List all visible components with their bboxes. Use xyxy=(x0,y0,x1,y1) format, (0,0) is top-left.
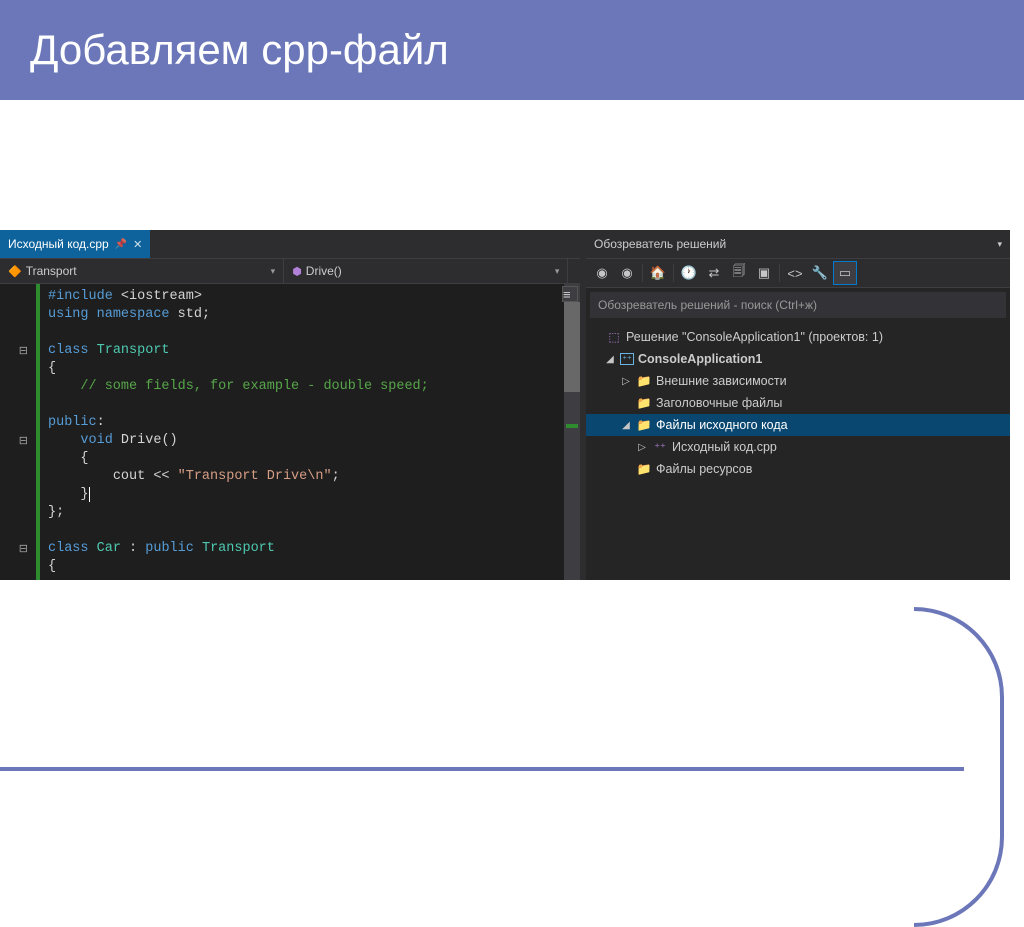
node-label: Исходный код.cpp xyxy=(672,440,777,454)
scope-label: Transport xyxy=(26,264,77,278)
cpp-icon: ⁺⁺ xyxy=(652,439,668,455)
source-files-node[interactable]: ◢ 📁 Файлы исходного кода xyxy=(586,414,1010,436)
code-text[interactable]: #include <iostream> using namespace std;… xyxy=(40,284,564,580)
accent-arc xyxy=(914,607,1004,927)
resources-node[interactable]: ▷ 📁 Файлы ресурсов xyxy=(586,458,1010,480)
chevron-down-icon[interactable]: ▾ xyxy=(997,239,1002,250)
pin-icon[interactable]: 📌 xyxy=(115,239,127,250)
tab-bar: Исходный код.cpp 📌 ✕ xyxy=(0,230,580,258)
gutter: ⊟ ⊟ ⊟ xyxy=(0,284,40,580)
search-placeholder: Обозреватель решений - поиск (Ctrl+ж) xyxy=(598,298,817,312)
chevron-down-icon: ▾ xyxy=(555,266,560,277)
folder-icon: 📁 xyxy=(636,417,652,433)
node-label: Файлы ресурсов xyxy=(656,462,752,476)
expand-icon[interactable]: ▷ xyxy=(620,376,632,387)
search-input[interactable]: Обозреватель решений - поиск (Ctrl+ж) xyxy=(590,292,1006,318)
explorer-toolbar: ◉ ◉ 🏠 🕐 ⇄ 🗐 ▣ <> 🔧 ▭ xyxy=(586,258,1010,288)
headers-node[interactable]: ▷ 📁 Заголовочные файлы xyxy=(586,392,1010,414)
cpp-file-node[interactable]: ▷ ⁺⁺ Исходный код.cpp xyxy=(586,436,1010,458)
class-icon: 🔶 xyxy=(8,265,22,278)
solution-icon: ⬚ xyxy=(606,329,622,345)
explorer-header: Обозреватель решений ▾ xyxy=(586,230,1010,258)
member-label: Drive() xyxy=(306,264,342,278)
slide-title: Добавляем cpp-файл xyxy=(30,26,449,74)
member-dropdown[interactable]: ⬢ Drive() ▾ xyxy=(284,259,568,283)
refresh-button[interactable]: 🕐 xyxy=(677,261,701,285)
collapse-button[interactable]: ▣ xyxy=(752,261,776,285)
properties-button[interactable]: 🔧 xyxy=(808,261,832,285)
code-area: ⊟ ⊟ ⊟ #include <iostream> using namespac… xyxy=(0,284,580,580)
solution-node[interactable]: ▸ ⬚ Решение "ConsoleApplication1" (проек… xyxy=(586,326,1010,348)
fold-toggle[interactable]: ⊟ xyxy=(0,432,32,450)
node-label: Внешние зависимости xyxy=(656,374,787,388)
navigation-bar: 🔶 Transport ▾ ⬢ Drive() ▾ xyxy=(0,258,580,284)
folder-icon: 📁 xyxy=(636,395,652,411)
node-label: Файлы исходного кода xyxy=(656,418,788,432)
scope-dropdown[interactable]: 🔶 Transport ▾ xyxy=(0,259,284,283)
preview-button[interactable]: ▭ xyxy=(833,261,857,285)
sync-button[interactable]: ⇄ xyxy=(702,261,726,285)
ide-window: Исходный код.cpp 📌 ✕ 🔶 Transport ▾ ⬢ Dri… xyxy=(0,230,1010,580)
collapse-icon[interactable]: ◢ xyxy=(604,354,616,365)
scroll-thumb[interactable] xyxy=(564,302,580,392)
split-icon[interactable]: ≡ xyxy=(562,286,578,302)
accent-line xyxy=(0,767,964,771)
show-all-button[interactable]: 🗐 xyxy=(727,261,751,285)
collapse-icon[interactable]: ◢ xyxy=(620,420,632,431)
node-label: Решение "ConsoleApplication1" (проектов:… xyxy=(626,330,883,344)
node-label: ConsoleApplication1 xyxy=(638,352,762,366)
fold-toggle[interactable]: ⊟ xyxy=(0,540,32,558)
editor-pane: Исходный код.cpp 📌 ✕ 🔶 Transport ▾ ⬢ Dri… xyxy=(0,230,580,580)
slide-header: Добавляем cpp-файл xyxy=(0,0,1024,100)
tab-label: Исходный код.cpp xyxy=(8,237,109,251)
folder-icon: 📁 xyxy=(636,373,652,389)
external-deps-node[interactable]: ▷ 📁 Внешние зависимости xyxy=(586,370,1010,392)
project-icon: ⁺⁺ xyxy=(620,353,634,365)
method-icon: ⬢ xyxy=(292,265,302,278)
project-node[interactable]: ◢ ⁺⁺ ConsoleApplication1 xyxy=(586,348,1010,370)
forward-button[interactable]: ◉ xyxy=(615,261,639,285)
home-button[interactable]: 🏠 xyxy=(646,261,670,285)
code-view-button[interactable]: <> xyxy=(783,261,807,285)
fold-toggle[interactable]: ⊟ xyxy=(0,342,32,360)
scrollbar-vertical[interactable]: ≡ xyxy=(564,284,580,580)
explorer-title: Обозреватель решений xyxy=(594,237,726,251)
chevron-down-icon: ▾ xyxy=(271,266,276,277)
close-icon[interactable]: ✕ xyxy=(133,238,142,251)
node-label: Заголовочные файлы xyxy=(656,396,782,410)
back-button[interactable]: ◉ xyxy=(590,261,614,285)
solution-explorer: Обозреватель решений ▾ ◉ ◉ 🏠 🕐 ⇄ 🗐 ▣ <> … xyxy=(586,230,1010,580)
expand-icon[interactable]: ▷ xyxy=(636,442,648,453)
solution-tree: ▸ ⬚ Решение "ConsoleApplication1" (проек… xyxy=(586,322,1010,484)
file-tab[interactable]: Исходный код.cpp 📌 ✕ xyxy=(0,230,150,258)
folder-icon: 📁 xyxy=(636,461,652,477)
